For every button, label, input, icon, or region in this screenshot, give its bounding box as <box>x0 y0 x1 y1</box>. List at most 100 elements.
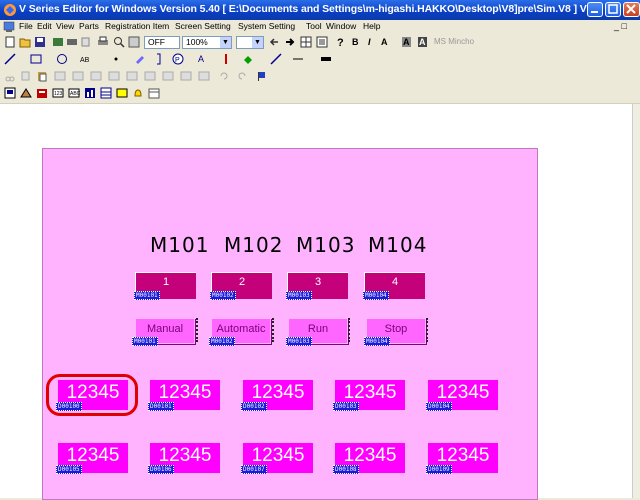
menu-system-setting[interactable]: System Setting <box>238 21 295 31</box>
numeric-address-tag: D00103 <box>333 402 359 411</box>
font-color-button[interactable]: A <box>418 37 427 47</box>
minimize-icon <box>591 11 598 13</box>
menu-bar: File Edit View Parts Registration Item S… <box>0 20 640 34</box>
mdi-controls[interactable]: _ □ <box>614 21 627 31</box>
rotate-icon[interactable] <box>198 70 210 82</box>
align-icon[interactable] <box>54 70 66 82</box>
menu-registration-item[interactable]: Registration Item <box>105 21 169 31</box>
transfer-icon[interactable] <box>66 36 78 48</box>
ungroup-icon[interactable] <box>90 70 102 82</box>
print-icon[interactable] <box>97 36 109 48</box>
grid-icon[interactable] <box>300 36 312 48</box>
m-label[interactable]: M102 <box>224 233 283 257</box>
flag-icon[interactable] <box>256 70 268 82</box>
layer-select[interactable]: ▼ <box>236 36 264 49</box>
off-select[interactable]: OFF <box>144 36 180 49</box>
distribute-icon[interactable] <box>180 70 192 82</box>
font-bg-button[interactable]: A <box>402 37 411 47</box>
switch-address-tag: M00102 <box>209 337 235 346</box>
circle-icon[interactable] <box>56 53 68 65</box>
minimize-button[interactable] <box>587 2 603 17</box>
bracket-icon[interactable] <box>152 53 164 65</box>
graph-part-icon[interactable] <box>84 87 96 99</box>
zoom-icon[interactable] <box>113 36 125 48</box>
vertical-scrollbar[interactable] <box>632 104 640 498</box>
lamp-part-icon[interactable] <box>20 87 32 99</box>
arrow-right-icon[interactable] <box>284 36 296 48</box>
switch-frame-edge <box>196 318 198 342</box>
open-folder-icon[interactable] <box>19 36 31 48</box>
text-icon[interactable]: AB <box>80 53 92 65</box>
menu-window[interactable]: Window <box>326 21 356 31</box>
front-icon[interactable] <box>108 70 120 82</box>
back-icon[interactable] <box>126 70 138 82</box>
numeric-part-icon[interactable]: 123 <box>52 87 64 99</box>
menu-screen-setting[interactable]: Screen Setting <box>175 21 231 31</box>
m-label[interactable]: M104 <box>368 233 427 257</box>
copy-disabled-icon[interactable] <box>20 70 32 82</box>
lamp-number: 2 <box>238 276 246 288</box>
message-part-icon[interactable] <box>116 87 128 99</box>
m-label[interactable]: M103 <box>296 233 355 257</box>
line-color-icon[interactable] <box>220 53 232 65</box>
switch-address-tag: M00103 <box>286 337 312 346</box>
preview-icon[interactable] <box>128 36 140 48</box>
zoom-select[interactable]: 100% ▼ <box>182 36 232 49</box>
group-icon[interactable] <box>72 70 84 82</box>
menu-view[interactable]: View <box>56 21 74 31</box>
parts-palette-toolbar: 123 ABC <box>0 85 640 104</box>
help-icon[interactable]: ? <box>334 36 346 48</box>
char-part-icon[interactable]: ABC <box>68 87 80 99</box>
arrow-left-icon[interactable] <box>268 36 280 48</box>
font-color-icon[interactable]: A <box>196 53 208 65</box>
undo-icon[interactable] <box>218 70 230 82</box>
close-button[interactable] <box>623 2 640 17</box>
list-icon[interactable] <box>316 36 328 48</box>
numeric-value: 12345 <box>436 382 490 403</box>
bell-icon[interactable] <box>132 87 144 99</box>
table-part-icon[interactable] <box>100 87 112 99</box>
fill-color-icon[interactable] <box>242 53 254 65</box>
line-icon[interactable] <box>4 53 16 65</box>
pattern-icon[interactable]: P <box>172 53 184 65</box>
italic-button[interactable]: I <box>368 37 371 47</box>
save-icon[interactable] <box>34 36 46 48</box>
menu-help[interactable]: Help <box>363 21 380 31</box>
numeric-address-tag: D00105 <box>56 465 82 474</box>
align-left-icon[interactable] <box>144 70 156 82</box>
cut-icon[interactable] <box>4 70 16 82</box>
compile-icon[interactable] <box>52 36 64 48</box>
paste-icon[interactable] <box>36 70 48 82</box>
menu-edit[interactable]: Edit <box>37 21 52 31</box>
align-right-icon[interactable] <box>162 70 174 82</box>
numeric-address-tag: D00101 <box>148 402 174 411</box>
m-label[interactable]: M101 <box>150 233 209 257</box>
redo-icon[interactable] <box>236 70 248 82</box>
numeric-value: 12345 <box>66 445 120 466</box>
paint-icon[interactable] <box>134 53 146 65</box>
maximize-button[interactable] <box>605 2 621 17</box>
lamp-number: 4 <box>391 276 399 288</box>
bold-button[interactable]: B <box>352 37 359 47</box>
numeric-address-tag: D00108 <box>333 465 359 474</box>
new-file-icon[interactable] <box>4 36 16 48</box>
line-style-icon[interactable] <box>270 53 282 65</box>
rectangle-icon[interactable] <box>30 53 42 65</box>
font-size-button[interactable]: A <box>381 37 388 47</box>
dot-icon[interactable] <box>110 53 122 65</box>
calendar-part-icon[interactable] <box>148 87 160 99</box>
line-width-icon[interactable] <box>292 53 304 65</box>
svg-text:?: ? <box>337 37 344 48</box>
fill-pattern-icon[interactable] <box>320 53 332 65</box>
font-name[interactable]: MS Mincho <box>434 37 474 46</box>
menu-file[interactable]: File <box>19 21 33 31</box>
drawing-toolbar: AB P A <box>0 51 640 69</box>
copy-icon[interactable] <box>80 36 92 48</box>
switch-part-icon[interactable] <box>4 87 16 99</box>
numeric-value: 12345 <box>251 445 305 466</box>
alarm-part-icon[interactable] <box>36 87 48 99</box>
menu-parts[interactable]: Parts <box>79 21 99 31</box>
window-title: V Series Editor for Windows Version 5.40… <box>19 3 601 15</box>
chevron-down-icon: ▼ <box>252 37 263 48</box>
menu-tool[interactable]: Tool <box>306 21 322 31</box>
